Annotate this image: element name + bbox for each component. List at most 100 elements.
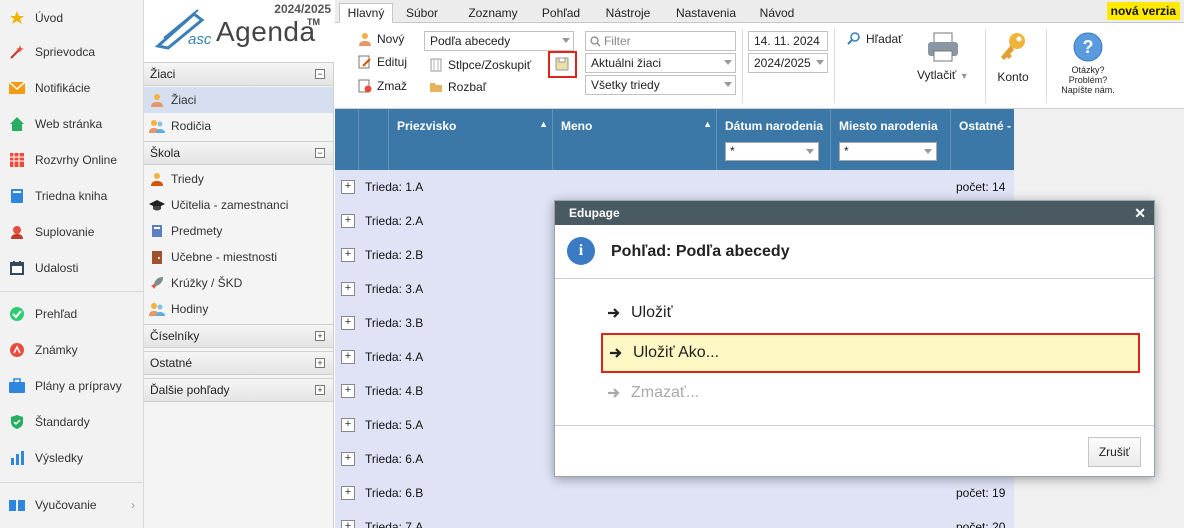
cancel-button[interactable]: Zrušiť [1087,437,1141,467]
help-button[interactable]: ? Otázky? Problém? Napíšte nám. [1053,31,1123,95]
sort-asc-icon: ▲ [703,119,712,129]
classes-select[interactable]: Všetky triedy [585,75,736,95]
sidebar-item-ucitelia[interactable]: Učitelia - zamestnanci [144,192,333,218]
tab-subor[interactable]: Súbor [397,3,447,23]
expand-icon[interactable]: + [315,331,325,341]
collapse-icon[interactable]: − [315,69,325,79]
expand-row-icon[interactable]: + [341,316,355,330]
columns-group-button[interactable]: Stlpce/Zoskupiť [428,57,531,73]
sidebar-item-rodicia[interactable]: Rodičia [144,113,333,139]
chevron-right-icon: › [131,498,135,512]
nav-item-prehlad[interactable]: Prehľad [0,296,143,332]
expand-row-icon[interactable]: + [341,282,355,296]
column-miesto-narodenia[interactable]: Miesto narodenia * [831,109,951,170]
filter-value: * [730,144,735,158]
subject-book-icon [149,223,165,239]
expand-icon[interactable]: + [315,358,325,368]
nav-item-triedna-kniha[interactable]: Triedna kniha [0,178,143,214]
nav-item-vysledky[interactable]: Výsledky [0,440,143,476]
sidebar-item-kruzky[interactable]: Krúžky / ŠKD [144,270,333,296]
envelope-icon [8,79,26,97]
table-row[interactable]: + Trieda: 1.A počet: 14 [335,170,1014,204]
expand-row-icon[interactable]: + [341,214,355,228]
search-button[interactable]: Hľadať [846,31,903,47]
table-row[interactable]: + Trieda: 7.A počet: 20 [335,510,1014,528]
help-line-3: Napíšte nám. [1061,85,1115,95]
new-version-badge[interactable]: nová verzia [1106,2,1180,20]
sidebar-item-ziaci[interactable]: Žiaci [144,87,333,113]
dropdown-arrow-icon [562,38,570,43]
nav-item-vyucovanie[interactable]: Vyučovanie › [0,487,143,523]
save-option[interactable]: Uložiť [601,293,1140,333]
grid-expand-column [335,109,359,170]
nav-item-udalosti[interactable]: Udalosti [0,250,143,286]
section-ostatne[interactable]: Ostatné + [144,351,333,375]
dialog-divider [555,425,1154,426]
expand-row-icon[interactable]: + [341,418,355,432]
place-filter-select[interactable]: * [839,142,937,161]
delete-button[interactable]: Zmaž [357,78,407,94]
parents-icon [149,118,165,134]
nav-item-standardy[interactable]: Štandardy [0,404,143,440]
view-select[interactable]: Podľa abecedy [424,31,574,51]
ribbon-toolbar: Nový Edituj Zmaž Podľa abecedy Stlpce/Zo… [335,23,1184,109]
nav-item-rozvrhy[interactable]: Rozvrhy Online [0,142,143,178]
nav-item-uvod[interactable]: Úvod [0,0,143,36]
expand-row-icon[interactable]: + [341,248,355,262]
info-icon: i [567,237,595,265]
column-datum-narodenia[interactable]: Dátum narodenia * [717,109,831,170]
sidebar-item-triedy[interactable]: Triedy [144,166,333,192]
sidebar-item-hodiny[interactable]: Hodiny [144,296,333,322]
year-select[interactable]: 2024/2025 [748,53,828,73]
expand-button[interactable]: Rozbaľ [428,79,486,95]
date-filter-select[interactable]: * [725,142,819,161]
sidebar-item-predmety[interactable]: Predmety [144,218,333,244]
table-row[interactable]: + Trieda: 6.B počet: 19 [335,476,1014,510]
view-select-value: Podľa abecedy [430,34,511,48]
tab-nastroje[interactable]: Nástroje [599,3,657,23]
column-meno[interactable]: Meno ▲ [553,109,717,170]
print-button[interactable]: Vytlačiť ▼ [913,31,973,82]
column-priezvisko[interactable]: Priezvisko ▲ [389,109,553,170]
save-as-option[interactable]: Uložiť Ako... [601,333,1140,373]
tab-hlavny[interactable]: Hlavný [339,3,393,23]
nav-item-znamky[interactable]: Známky [0,332,143,368]
account-button-label: Konto [997,70,1029,84]
new-button[interactable]: Nový [357,31,404,47]
nav-item-notifikacie[interactable]: Notifikácie [0,70,143,106]
nav-item-plany[interactable]: Plány a prípravy [0,368,143,404]
expand-row-icon[interactable]: + [341,520,355,528]
new-user-icon [357,31,373,47]
expand-icon[interactable]: + [315,385,325,395]
filter-input[interactable]: Filter [585,31,736,51]
students-select[interactable]: Aktuálni žiaci [585,53,736,73]
nav-item-suplovanie[interactable]: Suplovanie [0,214,143,250]
tab-navod[interactable]: Návod [753,3,801,23]
expand-row-icon[interactable]: + [341,452,355,466]
section-ciselniky[interactable]: Číselníky + [144,324,333,348]
tab-nastavenia[interactable]: Nastavenia [671,3,741,23]
edit-button[interactable]: Edituj [357,54,407,70]
expand-row-icon[interactable]: + [341,384,355,398]
tab-pohlad[interactable]: Pohľad [535,3,587,23]
account-button[interactable]: Konto [991,31,1035,84]
nav-item-web[interactable]: Web stránka [0,106,143,142]
section-label: Škola [150,146,181,160]
collapse-icon[interactable]: − [315,148,325,158]
sidebar-item-label: Žiaci [171,93,197,107]
tab-zoznamy[interactable]: Zoznamy [463,3,523,23]
columns-icon [428,57,444,73]
nav-item-label: Sprievodca [35,45,96,59]
close-icon[interactable]: ✕ [1134,205,1146,221]
sidebar-item-ucebne[interactable]: Učebne - miestnosti [144,244,333,270]
date-field[interactable]: 14. 11. 2024 [748,31,828,51]
expand-row-icon[interactable]: + [341,180,355,194]
expand-row-icon[interactable]: + [341,350,355,364]
expand-row-icon[interactable]: + [341,486,355,500]
column-ostatne[interactable]: Ostatné - [951,109,1014,170]
nav-item-sprievodca[interactable]: Sprievodca [0,34,143,70]
section-skola[interactable]: Škola − [144,141,333,165]
section-dalsie-pohlady[interactable]: Ďalšie pohľady + [144,378,333,402]
section-label: Ostatné [150,356,193,370]
section-ziaci[interactable]: Žiaci − [144,62,333,86]
